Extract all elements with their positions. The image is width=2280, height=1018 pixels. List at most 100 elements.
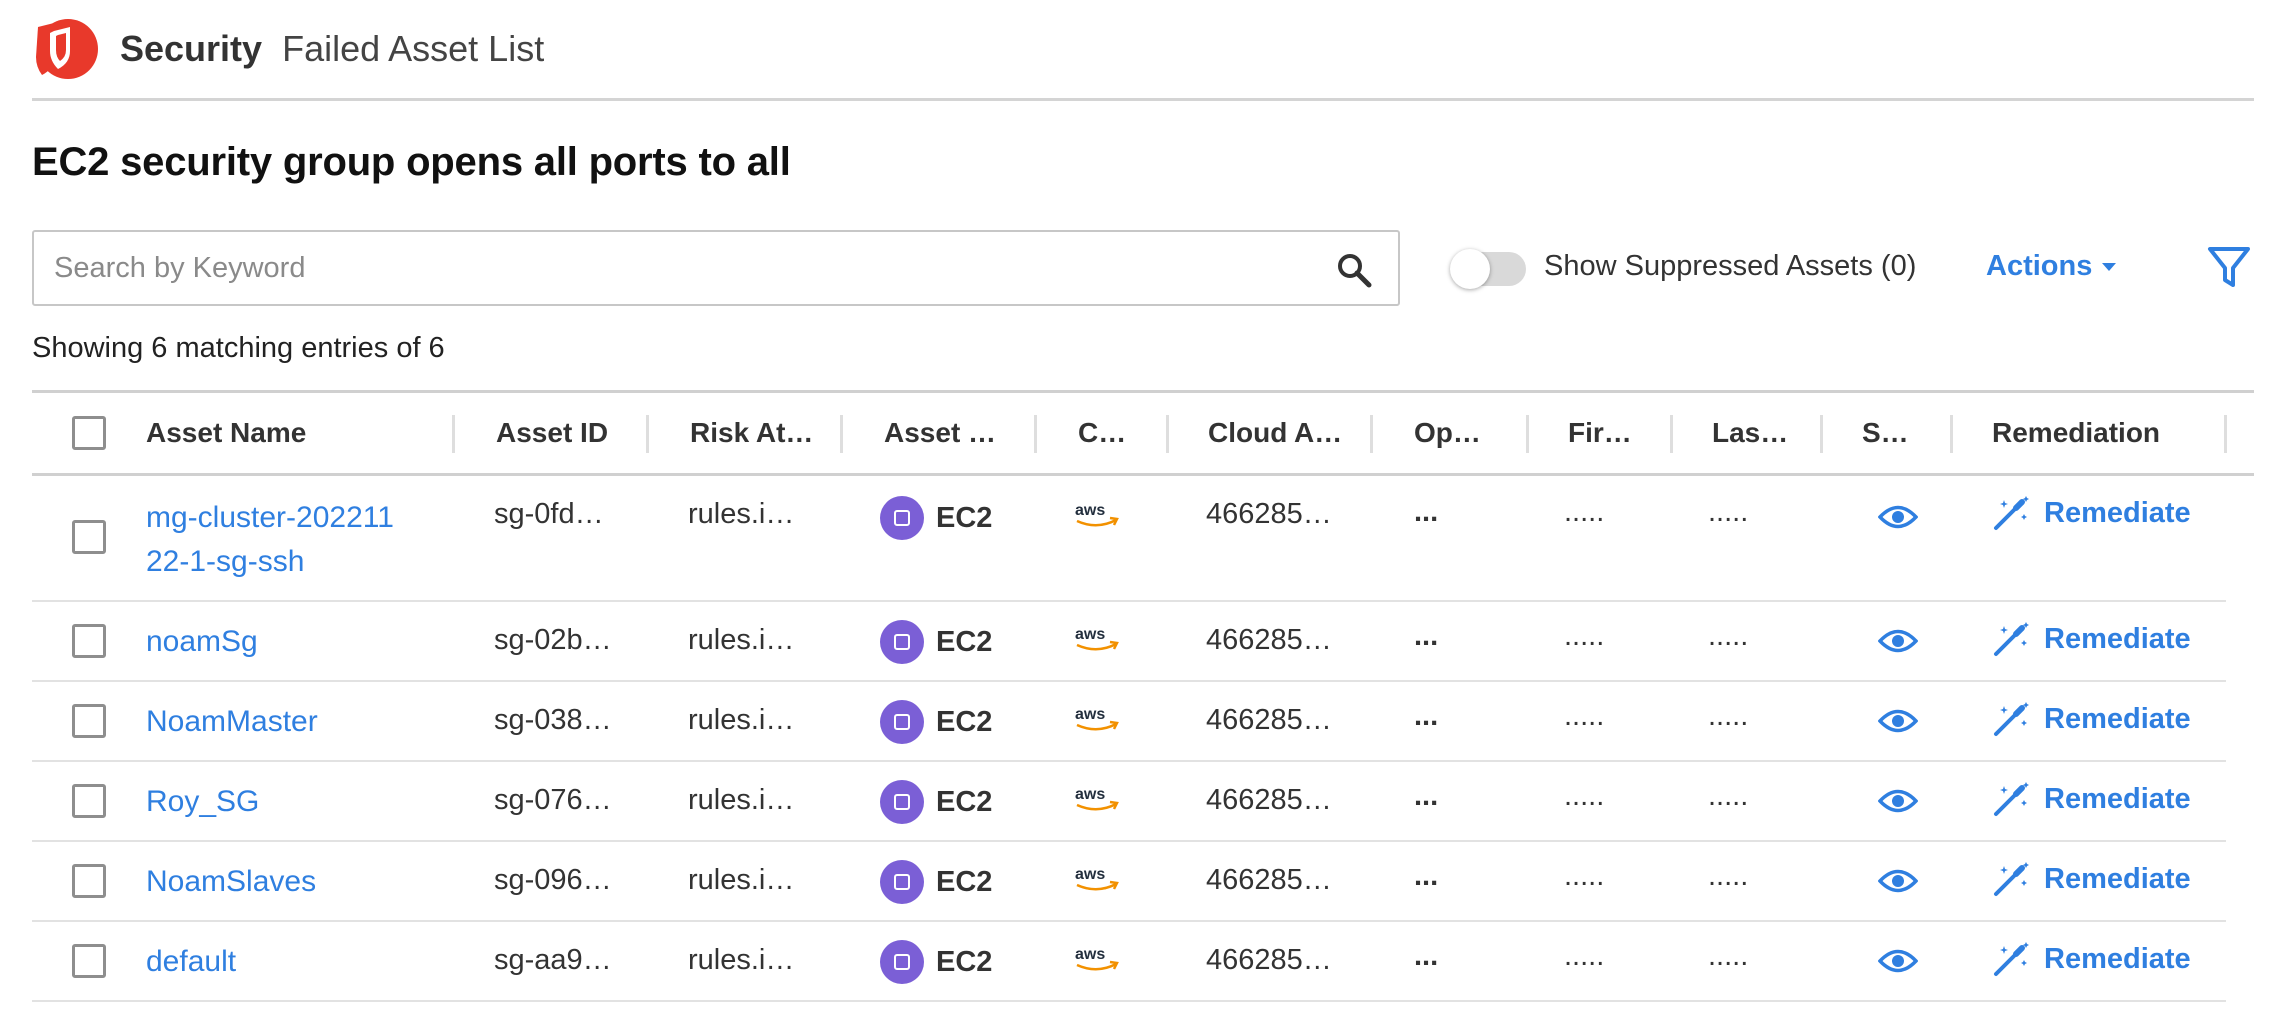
col-cloud[interactable]: C… [1078,393,1126,473]
filter-icon[interactable] [2206,244,2252,290]
asset-id-cell: sg-076… [494,784,612,816]
eye-icon[interactable] [1878,626,1918,656]
last-seen-cell: ..... [1708,620,1749,652]
svg-text:aws: aws [1075,786,1105,803]
asset-name-link[interactable]: Roy_SG [146,780,446,824]
col-divider[interactable] [1370,415,1373,453]
col-divider[interactable] [452,415,455,453]
remediate-button[interactable]: Remediate [1992,860,2191,898]
magic-wand-icon [1994,702,2029,736]
col-divider[interactable] [1526,415,1529,453]
search-input[interactable] [54,251,1314,285]
breadcrumb: Failed Asset List [282,28,545,69]
row-checkbox[interactable] [72,944,106,978]
asset-name-link[interactable]: mg-cluster-20221122-1-sg-ssh [146,496,406,584]
first-seen-cell: ..... [1564,620,1605,652]
show-suppressed-toggle[interactable] [1450,249,1526,289]
col-asset-id[interactable]: Asset ID [496,393,608,473]
col-divider[interactable] [1670,415,1673,453]
op-cell: ... [1414,700,1439,732]
aws-logo-icon: aws [1075,502,1119,527]
search-icon[interactable] [1336,252,1372,288]
remediate-button[interactable]: Remediate [1992,780,2191,818]
asset-name-link[interactable]: noamSg [146,620,446,664]
svg-text:aws: aws [1075,502,1105,519]
eye-icon[interactable] [1878,786,1918,816]
col-cloud-account[interactable]: Cloud A… [1208,393,1342,473]
col-remediation[interactable]: Remediation [1992,393,2160,473]
table-row: noamSg sg-02b… rules.i… EC2 aws 466285… … [32,602,2226,682]
remediate-button[interactable]: Remediate [1992,494,2191,532]
aws-logo-icon: aws [1075,866,1119,891]
svg-text:aws: aws [1075,946,1105,963]
col-divider[interactable] [1950,415,1953,453]
row-checkbox[interactable] [72,704,106,738]
eye-icon[interactable] [1878,706,1918,736]
cloud-account-cell: 466285… [1206,784,1332,816]
ec2-icon [880,940,924,984]
col-asset-type[interactable]: Asset … [884,393,996,473]
first-seen-cell: ..... [1564,496,1605,528]
ec2-icon [880,620,924,664]
remediate-label: Remediate [2044,702,2191,735]
last-seen-cell: ..... [1708,496,1749,528]
cloud-account-cell: 466285… [1206,704,1332,736]
col-last-seen[interactable]: Las… [1712,393,1788,473]
eye-icon[interactable] [1878,502,1918,532]
col-divider[interactable] [2224,415,2227,453]
cloud-account-cell: 466285… [1206,944,1332,976]
risk-cell: rules.i… [688,704,795,736]
col-op[interactable]: Op… [1414,393,1481,473]
op-cell: ... [1414,940,1439,972]
col-first-seen[interactable]: Fir… [1568,393,1632,473]
row-checkbox[interactable] [72,624,106,658]
remediate-button[interactable]: Remediate [1992,620,2191,658]
col-divider[interactable] [840,415,843,453]
row-checkbox[interactable] [72,520,106,554]
magic-wand-icon [1994,862,2029,896]
col-divider[interactable] [1034,415,1037,453]
actions-label: Actions [1986,250,2093,282]
table-row: mg-cluster-20221122-1-sg-ssh sg-0fd… rul… [32,476,2226,602]
actions-dropdown[interactable]: Actions [1986,250,2117,283]
asset-name-link[interactable]: default [146,940,446,984]
col-status[interactable]: S… [1862,393,1909,473]
col-divider[interactable] [1820,415,1823,453]
aws-logo-icon: aws [1075,626,1119,651]
magic-wand-icon [1994,622,2029,656]
svg-text:aws: aws [1075,626,1105,643]
remediate-label: Remediate [2044,622,2191,655]
col-divider[interactable] [646,415,649,453]
aws-logo-icon: aws [1075,786,1119,811]
asset-type-label: EC2 [936,501,993,534]
select-all-checkbox[interactable] [72,416,106,450]
ec2-icon [880,780,924,824]
search-box[interactable] [32,230,1400,306]
show-suppressed-label: Show Suppressed Assets (0) [1544,250,1917,282]
asset-type-label: EC2 [936,785,993,818]
remediate-button[interactable]: Remediate [1992,700,2191,738]
col-asset-name[interactable]: Asset Name [146,393,306,473]
col-risk[interactable]: Risk At… [690,393,813,473]
app-brand: Security [120,28,263,69]
magic-wand-icon [1994,942,2029,976]
row-checkbox[interactable] [72,864,106,898]
risk-cell: rules.i… [688,624,795,656]
remediate-label: Remediate [2044,942,2191,975]
col-divider[interactable] [1166,415,1169,453]
eye-icon[interactable] [1878,946,1918,976]
remediate-label: Remediate [2044,862,2191,895]
first-seen-cell: ..... [1564,700,1605,732]
last-seen-cell: ..... [1708,780,1749,812]
remediate-button[interactable]: Remediate [1992,940,2191,978]
eye-icon[interactable] [1878,866,1918,896]
asset-name-link[interactable]: NoamMaster [146,700,446,744]
risk-cell: rules.i… [688,498,795,530]
table-row: Roy_SG sg-076… rules.i… EC2 aws 466285… … [32,762,2226,842]
first-seen-cell: ..... [1564,860,1605,892]
asset-name-link[interactable]: NoamSlaves [146,860,446,904]
svg-text:aws: aws [1075,706,1105,723]
risk-cell: rules.i… [688,784,795,816]
row-checkbox[interactable] [72,784,106,818]
asset-type-label: EC2 [936,865,993,898]
